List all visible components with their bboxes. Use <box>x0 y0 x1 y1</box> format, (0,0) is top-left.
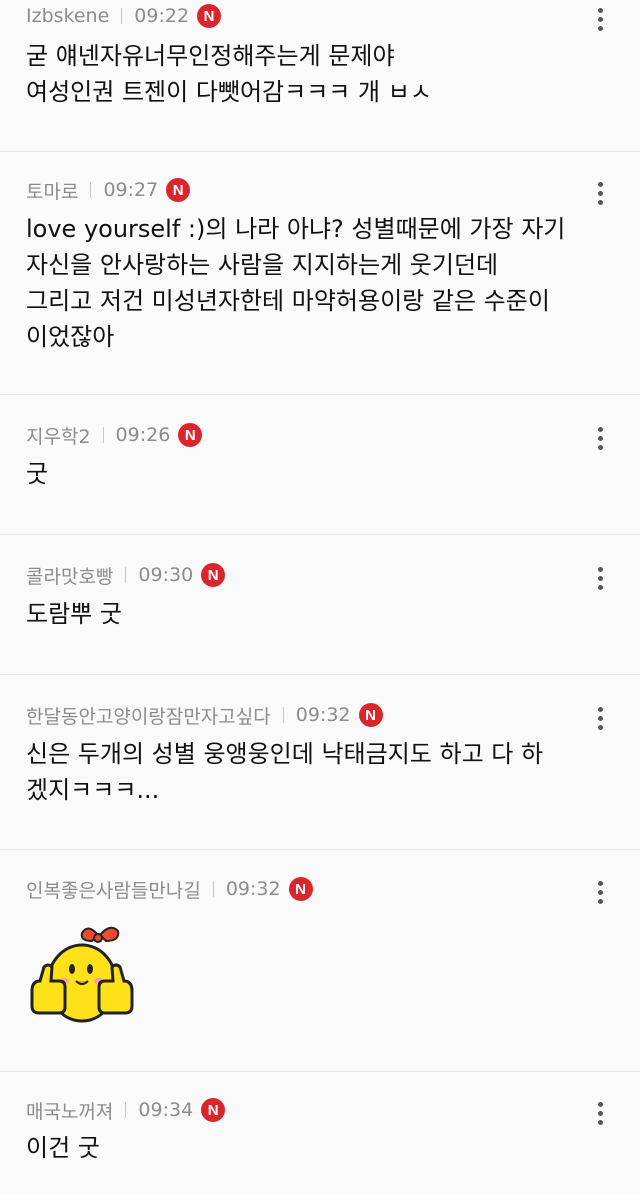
meta-divider <box>102 427 104 443</box>
comment-time: 09:32 <box>225 878 281 900</box>
n-badge-icon: N <box>358 703 383 727</box>
comment-item: Izbskene 09:22 N 굳 얘넨자유너무인정해주는게 문제야 여성인권… <box>0 0 640 152</box>
comment-body: love yourself :)의 나라 아냐? 성별때문에 가장 자기 자신을… <box>26 211 616 355</box>
comment-text-line: 자신을 안사랑하는 사람을 지지하는게 웃기던데 <box>26 251 499 279</box>
meta-divider <box>125 1102 127 1118</box>
more-options-icon[interactable] <box>590 178 610 208</box>
comment-author[interactable]: 토마로 <box>26 177 78 204</box>
comment-item: 지우학2 09:26 N 굿 <box>0 395 640 535</box>
comment-text-line: 굳 얘넨자유너무인정해주는게 문제야 <box>26 42 395 70</box>
meta-divider <box>121 8 123 24</box>
n-badge-icon: N <box>201 1098 226 1122</box>
comment-item: 한달동안고양이랑잠만자고싶다 09:32 N 신은 두개의 성별 웅앵웅인데 낙… <box>0 675 640 850</box>
comment-time: 09:27 <box>103 179 159 201</box>
comment-author[interactable]: 인복좋은사람들만나길 <box>26 876 201 903</box>
meta-divider <box>282 707 284 723</box>
comment-meta: 인복좋은사람들만나길 09:32 N <box>26 874 313 904</box>
n-badge-icon: N <box>201 563 226 587</box>
comment-item: 인복좋은사람들만나길 09:32 N <box>0 850 640 1072</box>
meta-divider <box>90 182 92 198</box>
comment-text-line: 굿 <box>26 460 49 488</box>
more-options-icon[interactable] <box>590 563 610 593</box>
meta-divider <box>125 567 127 583</box>
yellow-chick-thumbs-up-sticker[interactable] <box>24 925 140 1025</box>
comment-body: 굳 얘넨자유너무인정해주는게 문제야 여성인권 트젠이 다뺏어감ㅋㅋㅋ 개 ㅂㅅ <box>26 38 616 110</box>
comment-meta: 토마로 09:27 N <box>26 175 191 205</box>
n-badge-icon: N <box>166 178 191 202</box>
comment-meta: 지우학2 09:26 N <box>26 420 203 450</box>
comment-text-line: 겠지ㅋㅋㅋ... <box>26 776 160 804</box>
comment-feed: Izbskene 09:22 N 굳 얘넨자유너무인정해주는게 문제야 여성인권… <box>0 0 640 1194</box>
comment-time: 09:30 <box>138 564 194 586</box>
comment-text-line: 이건 굿 <box>26 1134 100 1162</box>
comment-text-line: love yourself :)의 나라 아냐? 성별때문에 가장 자기 <box>26 215 566 243</box>
comment-author[interactable]: Izbskene <box>26 5 109 27</box>
comment-meta: Izbskene 09:22 N <box>26 1 222 31</box>
n-badge-icon: N <box>288 877 313 901</box>
n-badge-icon: N <box>178 423 203 447</box>
comment-time: 09:32 <box>295 704 351 726</box>
n-badge-icon: N <box>197 4 222 28</box>
comment-text-line: 그리고 저건 미성년자한테 마약허용이랑 같은 수준이 <box>26 287 550 315</box>
comment-body: 신은 두개의 성별 웅앵웅인데 낙태금지도 하고 다 하 겠지ㅋㅋㅋ... <box>26 736 616 808</box>
comment-item: 토마로 09:27 N love yourself :)의 나라 아냐? 성별때… <box>0 152 640 395</box>
comment-body: 굿 <box>26 456 616 492</box>
comment-body: 이건 굿 <box>26 1130 616 1166</box>
comment-time: 09:22 <box>134 5 190 27</box>
meta-divider <box>212 881 214 897</box>
comment-meta: 매국노꺼져 09:34 N <box>26 1095 226 1125</box>
comment-meta: 콜라맛호빵 09:30 N <box>26 560 226 590</box>
comment-meta: 한달동안고양이랑잠만자고싶다 09:32 N <box>26 700 383 730</box>
comment-body: 도람뿌 굿 <box>26 596 616 632</box>
more-options-icon[interactable] <box>590 703 610 733</box>
comment-author[interactable]: 지우학2 <box>26 422 91 449</box>
more-options-icon[interactable] <box>590 877 610 907</box>
comment-text-line: 여성인권 트젠이 다뺏어감ㅋㅋㅋ 개 ㅂㅅ <box>26 78 432 106</box>
more-options-icon[interactable] <box>590 423 610 453</box>
comment-item: 매국노꺼져 09:34 N 이건 굿 <box>0 1072 640 1194</box>
comment-author[interactable]: 한달동안고양이랑잠만자고싶다 <box>26 702 271 729</box>
comment-item: 콜라맛호빵 09:30 N 도람뿌 굿 <box>0 535 640 675</box>
comment-author[interactable]: 콜라맛호빵 <box>26 562 113 589</box>
comment-time: 09:26 <box>115 424 171 446</box>
more-options-icon[interactable] <box>590 4 610 34</box>
comment-text-line: 도람뿌 굿 <box>26 600 122 628</box>
comment-text-line: 이었잖아 <box>26 323 115 351</box>
comment-author[interactable]: 매국노꺼져 <box>26 1097 113 1124</box>
comment-time: 09:34 <box>138 1099 194 1121</box>
comment-text-line: 신은 두개의 성별 웅앵웅인데 낙태금지도 하고 다 하 <box>26 740 544 768</box>
more-options-icon[interactable] <box>590 1098 610 1128</box>
